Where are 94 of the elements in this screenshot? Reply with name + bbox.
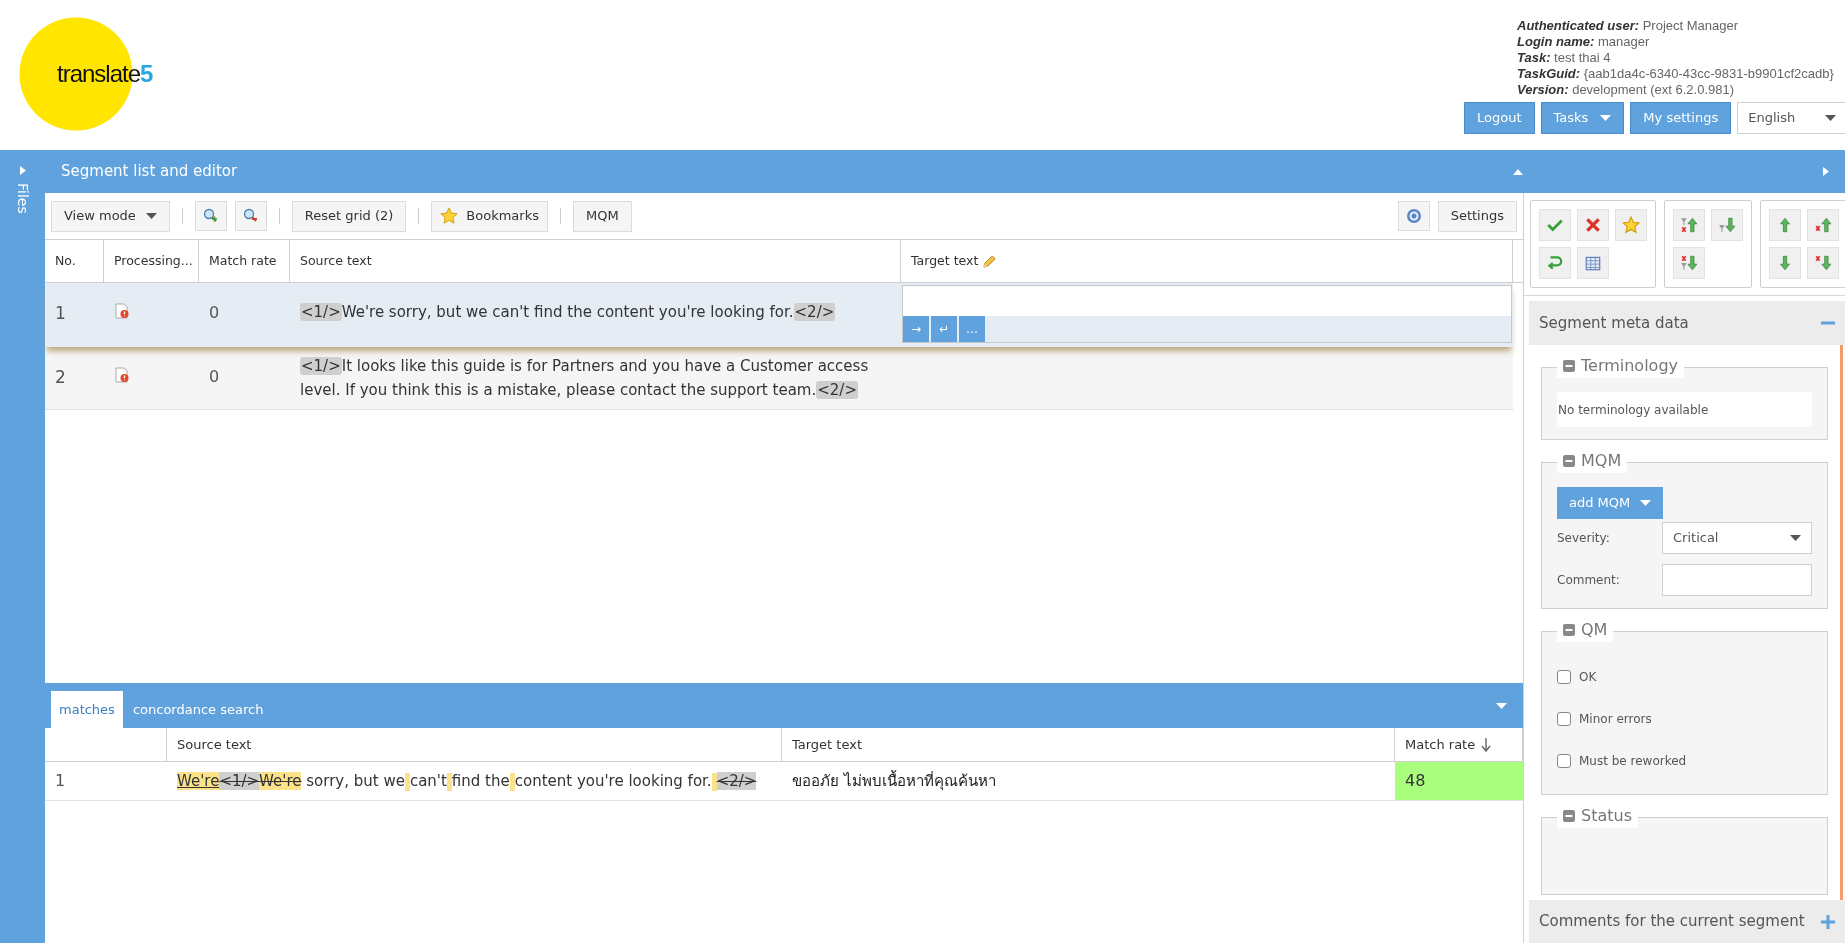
user-info-line: Version: development (ext 6.2.0.981) bbox=[1516, 82, 1736, 98]
severity-label: Severity: bbox=[1557, 530, 1611, 547]
checkbox[interactable] bbox=[1557, 754, 1571, 768]
column-header[interactable]: No. bbox=[45, 240, 104, 282]
files-label: Files bbox=[14, 183, 32, 214]
caret-icon bbox=[1600, 115, 1612, 121]
filter-up-button[interactable] bbox=[1673, 209, 1705, 241]
caret-icon bbox=[1640, 500, 1652, 506]
sort-down-icon bbox=[1481, 737, 1492, 752]
section-title: Status bbox=[1581, 805, 1632, 827]
panel-title: Segment list and editor bbox=[61, 161, 238, 183]
comment-field[interactable] bbox=[1662, 564, 1812, 596]
help-button[interactable] bbox=[1397, 201, 1430, 231]
panel-header[interactable]: Comments for the current segment bbox=[1529, 900, 1845, 943]
reset-grid-button[interactable]: Reset grid (2) bbox=[291, 200, 407, 232]
match-target-text: ขออภัย ไม่พบเนื้อหาที่คุณค้นหา bbox=[791, 769, 997, 793]
segment-number: 2 bbox=[54, 366, 67, 389]
panel-tab[interactable]: matches bbox=[51, 691, 123, 728]
caret-icon bbox=[1825, 115, 1837, 121]
cancel-button[interactable] bbox=[1577, 209, 1609, 241]
column-header[interactable]: Match rate bbox=[199, 240, 290, 282]
comment-label: Comment: bbox=[1557, 572, 1621, 589]
section-title: Terminology bbox=[1581, 355, 1678, 377]
severity-select[interactable]: Critical bbox=[1662, 522, 1812, 554]
settings-button[interactable]: Settings bbox=[1437, 200, 1517, 232]
segment-row[interactable]: 2 0 <1/>It looks like this guide is for Partners and you have a Customer access level. If you think this is a mistake, please contact the support team.<2/> bbox=[45, 347, 1513, 410]
zoom-in-icon bbox=[202, 208, 219, 224]
match-rate-cell: 48 bbox=[1395, 762, 1523, 800]
terminology-message: No terminology available bbox=[1557, 392, 1812, 427]
caret-icon bbox=[1790, 535, 1801, 541]
caret-icon bbox=[1496, 702, 1507, 709]
collapse-icon[interactable] bbox=[1563, 810, 1575, 822]
collapse-icon[interactable] bbox=[1563, 624, 1575, 636]
checkbox[interactable] bbox=[1557, 670, 1571, 684]
star-icon bbox=[1622, 216, 1640, 234]
user-info-line: Login name: manager bbox=[1516, 34, 1651, 50]
filter-arrow-down-icon bbox=[1718, 216, 1736, 234]
column-header[interactable]: Source text bbox=[290, 240, 901, 282]
arrow-up-icon bbox=[1814, 216, 1832, 234]
checkbox-label: OK bbox=[1579, 669, 1597, 686]
expand-icon[interactable] bbox=[1823, 167, 1829, 176]
source-text: <1/>We're sorry, but we can't find the content you're looking for.<2/> bbox=[300, 302, 837, 323]
caret-icon bbox=[145, 213, 157, 219]
expand-icon[interactable] bbox=[1821, 914, 1835, 929]
bookmarks-button[interactable]: Bookmarks bbox=[431, 200, 548, 232]
arrow-down-icon bbox=[1814, 254, 1832, 272]
zoom-out-button[interactable] bbox=[234, 201, 267, 231]
table-button[interactable] bbox=[1577, 247, 1609, 279]
language-select[interactable]: English bbox=[1737, 102, 1845, 134]
collapse-icon[interactable] bbox=[1563, 360, 1575, 372]
checkbox[interactable] bbox=[1557, 712, 1571, 726]
star-icon bbox=[440, 207, 459, 225]
bookmark-button[interactable] bbox=[1615, 209, 1647, 241]
filter-skip-button[interactable] bbox=[1673, 247, 1705, 279]
previous-skip-button[interactable] bbox=[1807, 209, 1839, 241]
column-header[interactable]: Source text bbox=[167, 728, 782, 761]
match-rate-cell-text: 0 bbox=[208, 302, 221, 324]
checkbox-label: Must be reworked bbox=[1579, 753, 1687, 770]
undo-arrow-icon bbox=[1546, 254, 1564, 272]
user-info-line: Task: test thai 4 bbox=[1516, 50, 1612, 66]
column-header[interactable]: Target text bbox=[901, 240, 1513, 282]
column-header[interactable]: Target text bbox=[782, 728, 1395, 761]
collapse-icon[interactable] bbox=[1563, 455, 1575, 467]
checkbox-label: Minor errors bbox=[1579, 711, 1652, 728]
mqm-button[interactable]: MQM bbox=[572, 200, 632, 232]
section-title: QM bbox=[1581, 619, 1608, 641]
next-button[interactable] bbox=[1769, 247, 1801, 279]
expand-icon[interactable] bbox=[18, 166, 27, 175]
close-icon bbox=[1584, 216, 1602, 234]
match-number: 1 bbox=[54, 770, 67, 792]
match-source-text: We're<1/>We're sorry, but we can't find the content you're looking for. <2/> bbox=[177, 771, 757, 793]
source-text: <1/>It looks like this guide is for Partners and you have a Customer access level. If you think this is a mistake, please contact the support team.<2/> bbox=[300, 356, 870, 401]
user-info-line: Authenticated user: Project Manager bbox=[1516, 18, 1740, 34]
reset-button[interactable] bbox=[1539, 247, 1571, 279]
column-header[interactable]: Processing... bbox=[104, 240, 199, 282]
zoom-in-button[interactable] bbox=[194, 201, 227, 231]
section-title: MQM bbox=[1581, 450, 1622, 472]
segment-number: 1 bbox=[54, 302, 67, 325]
table-icon bbox=[1584, 254, 1602, 272]
previous-button[interactable] bbox=[1769, 209, 1801, 241]
save-button[interactable] bbox=[1539, 209, 1571, 241]
filter-down-button[interactable] bbox=[1711, 209, 1743, 241]
view-mode-dropdown[interactable]: View mode bbox=[51, 200, 170, 232]
match-rate-cell-text: 0 bbox=[208, 366, 221, 388]
pencil-icon bbox=[982, 253, 998, 269]
error-document-icon bbox=[114, 303, 130, 319]
panel-header[interactable]: Segment meta data bbox=[1529, 301, 1845, 345]
error-document-icon bbox=[114, 367, 130, 383]
user-info-line: TaskGuid: {aab1da4c-6340-43cc-9831-b9901cf2cadb} bbox=[1516, 66, 1835, 82]
filter-arrow-up-icon bbox=[1680, 216, 1698, 234]
zoom-out-icon bbox=[242, 208, 259, 224]
collapse-icon[interactable] bbox=[1513, 168, 1523, 175]
filter-arrow-down-icon bbox=[1680, 254, 1698, 272]
next-skip-button[interactable] bbox=[1807, 247, 1839, 279]
